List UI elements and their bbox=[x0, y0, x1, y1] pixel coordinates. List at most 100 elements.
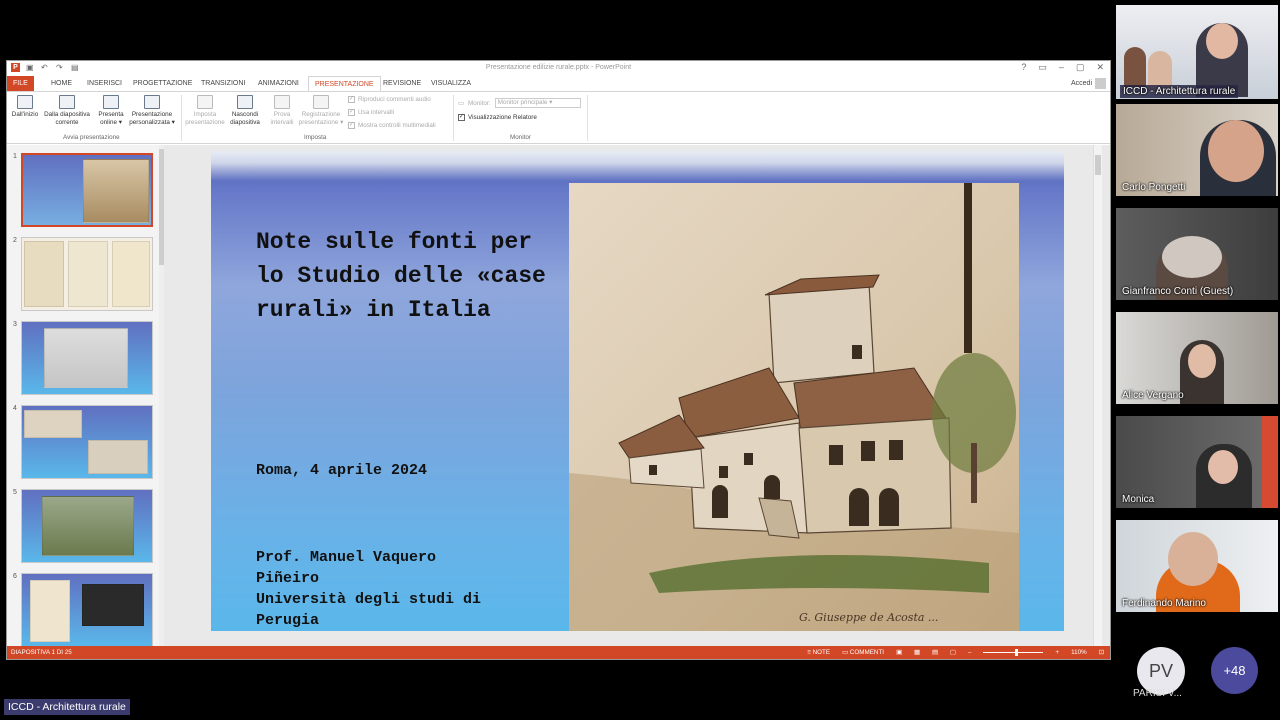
play-narrations-checkbox[interactable]: ✓ Riproduci commenti audio bbox=[348, 96, 431, 103]
tab-insert[interactable]: INSERISCI bbox=[81, 76, 128, 91]
participant-video-face bbox=[1188, 344, 1216, 378]
record-slideshow-button[interactable]: Registrazione presentazione ▾ bbox=[297, 95, 345, 127]
setup-slideshow-button[interactable]: Imposta presentazione bbox=[183, 95, 227, 127]
participant-video-face bbox=[1168, 532, 1218, 586]
from-current-label-2: corrente bbox=[55, 119, 79, 126]
play-slideshow-icon bbox=[17, 95, 33, 109]
scrollbar-grip[interactable] bbox=[1095, 155, 1101, 175]
document-thumb bbox=[30, 580, 70, 642]
comments-button[interactable]: ▭ COMMENTI bbox=[842, 646, 884, 659]
tab-view[interactable]: VISUALIZZA bbox=[425, 76, 477, 91]
tab-review[interactable]: REVISIONE bbox=[377, 76, 427, 91]
slide-sorter-icon[interactable]: ▦ bbox=[914, 646, 920, 659]
rehearse-timings-button[interactable]: Prova intervalli bbox=[265, 95, 299, 127]
zoom-out-icon[interactable]: – bbox=[968, 646, 972, 659]
zoom-in-icon[interactable]: + bbox=[1055, 646, 1059, 659]
reading-view-icon[interactable]: ▤ bbox=[932, 646, 938, 659]
slide-thumbnail[interactable]: 1 bbox=[11, 153, 156, 227]
ribbon: Dall'inizio Dalla diapositiva corrente P… bbox=[7, 91, 1110, 144]
slide-thumbnail[interactable]: 4 bbox=[11, 405, 156, 479]
minimize-icon[interactable]: – bbox=[1059, 62, 1064, 73]
slide-thumbnail[interactable]: 5 bbox=[11, 489, 156, 563]
participant-tile-alice-vergano[interactable]: Alice Vergano bbox=[1116, 312, 1278, 404]
tab-design[interactable]: PROGETTAZIONE bbox=[127, 76, 198, 91]
zoom-slider[interactable] bbox=[983, 649, 1044, 656]
author-line-4: Perugia bbox=[256, 612, 320, 629]
tab-slideshow[interactable]: PRESENTAZIONE bbox=[308, 76, 381, 91]
participant-tile-ferdinando-marino[interactable]: Ferdinando Marino bbox=[1116, 520, 1278, 612]
rural-house-sketch-image[interactable]: G. Giuseppe de Acosta ... bbox=[569, 183, 1019, 631]
sign-in-link[interactable]: Accedi bbox=[1071, 76, 1092, 91]
slide-number: 2 bbox=[13, 237, 17, 244]
account-avatar-icon[interactable] bbox=[1095, 78, 1106, 89]
close-icon[interactable]: ✕ bbox=[1096, 62, 1104, 73]
notes-button[interactable]: ≡ NOTE bbox=[807, 646, 830, 659]
editor-workspace: 1 2 3 4 5 6 Note sulle fonti per lo Stud… bbox=[7, 145, 1110, 647]
slide-scrollbar[interactable] bbox=[1093, 145, 1102, 647]
slide-thumbnail[interactable]: 2 bbox=[11, 237, 156, 311]
window-controls: ? ▭ – ▢ ✕ bbox=[1021, 62, 1104, 73]
slide-counter: DIAPOSITIVA 1 DI 25 bbox=[11, 649, 72, 656]
fit-slide-icon[interactable]: ⊡ bbox=[1099, 646, 1104, 659]
tab-home[interactable]: HOME bbox=[45, 76, 78, 91]
slide-author[interactable]: Prof. Manuel Vaquero Piñeiro Università … bbox=[256, 547, 576, 631]
sketch-signature: G. Giuseppe de Acosta ... bbox=[799, 611, 938, 624]
rehearse-label-2: intervalli bbox=[270, 119, 294, 126]
show-media-controls-checkbox[interactable]: ✓ Mostra controlli multimediali bbox=[348, 122, 436, 129]
tab-animations[interactable]: ANIMAZIONI bbox=[252, 76, 305, 91]
ribbon-display-icon[interactable]: ▭ bbox=[1038, 62, 1047, 73]
participant-tile-gianfranco-conti[interactable]: Gianfranco Conti (Guest) bbox=[1116, 208, 1278, 300]
slide-thumbnail-image bbox=[21, 153, 153, 227]
participant-tile-iccd[interactable]: ICCD - Architettura rurale bbox=[1116, 5, 1278, 99]
maximize-icon[interactable]: ▢ bbox=[1076, 62, 1085, 73]
slide-number: 5 bbox=[13, 489, 17, 496]
scrollbar-grip[interactable] bbox=[159, 149, 164, 265]
slide-thumbnail-image bbox=[21, 237, 153, 311]
participant-tile-carlo-pongetti[interactable]: Carlo Pongetti bbox=[1116, 104, 1278, 196]
slide-thumbnail[interactable]: 3 bbox=[11, 321, 156, 395]
drawing-thumb bbox=[88, 440, 148, 474]
zoom-slider-knob[interactable] bbox=[1015, 649, 1019, 656]
slide-number: 4 bbox=[13, 405, 17, 412]
slideshow-view-icon[interactable]: ▢ bbox=[950, 646, 956, 659]
normal-view-icon[interactable]: ▣ bbox=[896, 646, 902, 659]
custom-slideshow-button[interactable]: Presentazione personalizzata ▾ bbox=[127, 95, 177, 127]
group-label-start: Avvia presentazione bbox=[63, 134, 120, 141]
play-narrations-label: Riproduci commenti audio bbox=[358, 96, 431, 103]
hide-slide-button[interactable]: Nascondi diapositiva bbox=[227, 95, 263, 127]
tab-transitions[interactable]: TRANSIZIONI bbox=[195, 76, 251, 91]
current-slide-icon bbox=[59, 95, 75, 109]
hide-label-1: Nascondi bbox=[231, 111, 259, 118]
presenter-view-checkbox[interactable]: ✓ Visualizzazione Relatore bbox=[458, 114, 537, 121]
from-beginning-label: Dall'inizio bbox=[11, 111, 39, 118]
current-slide[interactable]: Note sulle fonti per lo Studio delle «ca… bbox=[211, 151, 1064, 631]
custom-slideshow-icon bbox=[144, 95, 160, 109]
checkbox-box: ✓ bbox=[348, 122, 355, 129]
tab-file[interactable]: FILE bbox=[7, 76, 34, 91]
participant-video-face bbox=[1206, 23, 1238, 59]
book-cover-thumb bbox=[68, 241, 108, 307]
help-icon[interactable]: ? bbox=[1021, 62, 1026, 73]
use-timings-checkbox[interactable]: ✓ Usa intervalli bbox=[348, 109, 394, 116]
group-label-setup: Imposta bbox=[304, 134, 327, 141]
zoom-level[interactable]: 110% bbox=[1071, 646, 1087, 659]
participant-tile-monica[interactable]: Monica bbox=[1116, 416, 1278, 508]
from-current-slide-button[interactable]: Dalla diapositiva corrente bbox=[40, 95, 94, 127]
slide-thumbnail-image bbox=[21, 321, 153, 395]
monitor-select[interactable]: Monitor principale ▾ bbox=[494, 98, 581, 108]
slide-date[interactable]: Roma, 4 aprile 2024 bbox=[256, 462, 427, 479]
sketch-thumb bbox=[83, 159, 149, 223]
present-online-label-2: online ▾ bbox=[100, 119, 122, 126]
present-online-button[interactable]: Presenta online ▾ bbox=[95, 95, 127, 127]
participant-avatar-name: PARISI V... bbox=[1133, 688, 1182, 699]
from-beginning-button[interactable]: Dall'inizio bbox=[9, 95, 41, 119]
participant-name: Carlo Pongetti bbox=[1122, 182, 1186, 193]
powerpoint-window: P ▣ ↶ ↷ ▤ Presentazione edilizie rurale.… bbox=[6, 60, 1111, 660]
more-participants-button[interactable]: +48 bbox=[1211, 647, 1258, 694]
slide-thumbnail[interactable]: 6 bbox=[11, 573, 156, 647]
slide-title[interactable]: Note sulle fonti per lo Studio delle «ca… bbox=[256, 225, 556, 327]
participant-name: Ferdinando Marino bbox=[1122, 598, 1206, 609]
comments-label: COMMENTI bbox=[849, 649, 885, 656]
slide-thumbnail-image bbox=[21, 405, 153, 479]
thumbnails-scrollbar[interactable] bbox=[159, 145, 164, 647]
